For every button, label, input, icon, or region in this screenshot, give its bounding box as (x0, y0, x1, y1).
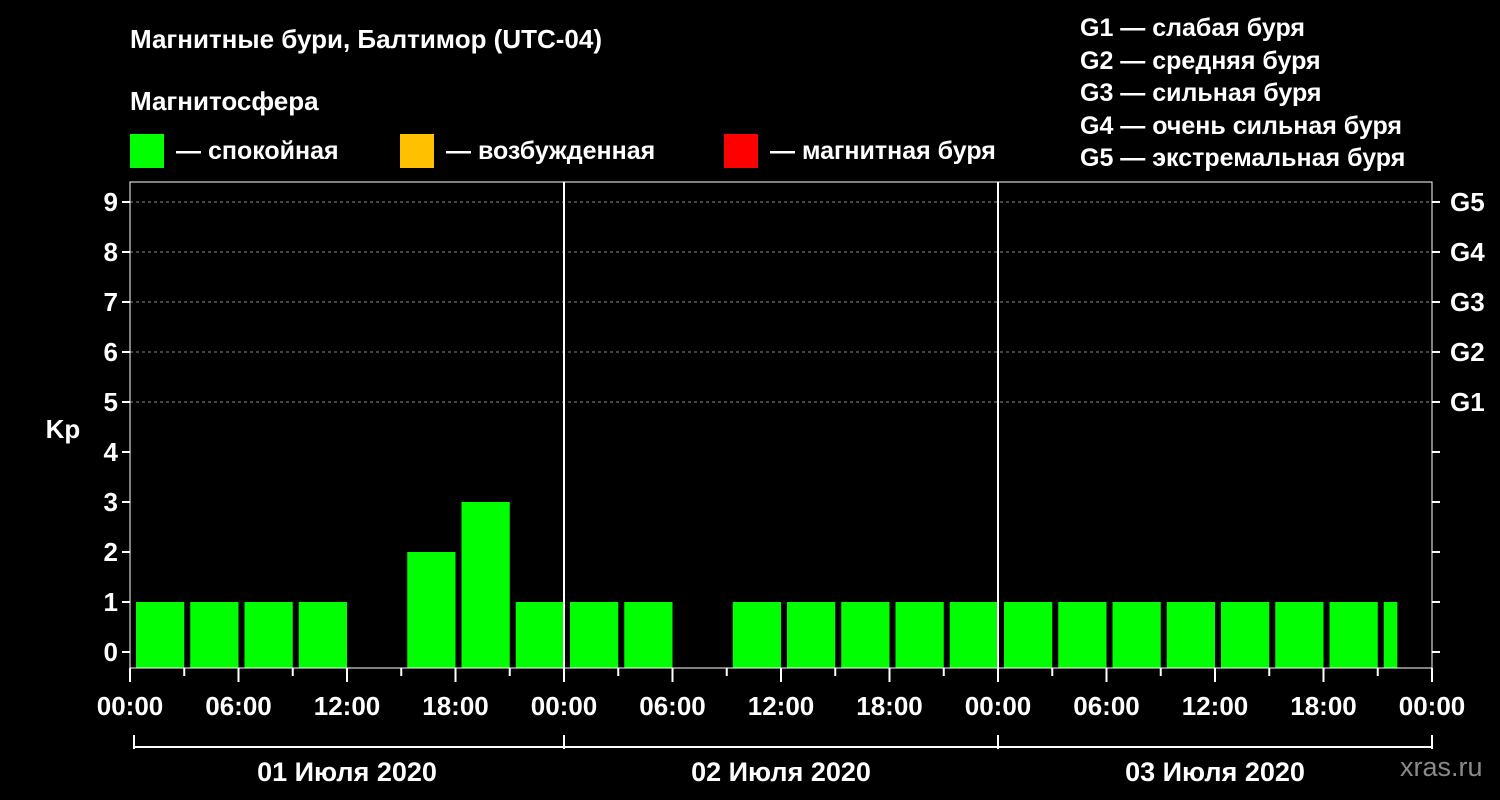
y-tick-label: 6 (104, 337, 118, 367)
kp-bar (407, 552, 456, 668)
kp-bar (1058, 602, 1107, 668)
y-tick-label: 9 (104, 187, 118, 217)
kp-bar (1221, 602, 1270, 668)
x-tick-label: 00:00 (97, 691, 164, 721)
kp-bar (1112, 602, 1161, 668)
kp-bar (298, 602, 347, 668)
kp-bar (1166, 602, 1215, 668)
x-tick-label: 18:00 (422, 691, 489, 721)
y-tick-label: 7 (104, 287, 118, 317)
kp-bar (895, 602, 944, 668)
x-tick-label: 00:00 (965, 691, 1032, 721)
kp-bar (949, 602, 998, 668)
g-level-label: G2 (1450, 337, 1485, 367)
y-axis-label: Kp (46, 414, 81, 444)
kp-bar-chart: 0 1 2 3 4 5 6 7 8 9 G1 G2 G3 G4 G5 Kp 00:00 06:00 12:00 18:… (46, 181, 1485, 787)
y-tick-label: 1 (104, 587, 118, 617)
kp-bar (570, 602, 619, 668)
day-label: 01 Июля 2020 (257, 757, 437, 787)
x-tick-label: 00:00 (531, 691, 598, 721)
y-tick-label: 8 (104, 237, 118, 267)
g-level-label: G3 (1450, 287, 1485, 317)
y-tick-label: 0 (104, 637, 118, 667)
kp-bar (732, 602, 781, 668)
g-level-label: G4 (1450, 237, 1485, 267)
x-tick-label: 00:00 (1399, 691, 1466, 721)
y-tick-label: 4 (104, 437, 119, 467)
x-tick-label: 12:00 (748, 691, 815, 721)
y-tick-label: 3 (104, 487, 118, 517)
kp-bar (841, 602, 890, 668)
y-tick-label: 5 (104, 387, 118, 417)
plot-frame (129, 181, 1433, 669)
kp-bar (190, 602, 239, 668)
x-tick-label: 12:00 (314, 691, 381, 721)
kp-bar (461, 502, 510, 668)
x-tick-label: 18:00 (856, 691, 923, 721)
y-tick-label: 2 (104, 537, 118, 567)
kp-bar (244, 602, 293, 668)
x-tick-label: 06:00 (205, 691, 272, 721)
x-tick-label: 06:00 (1073, 691, 1140, 721)
x-tick-label: 06:00 (639, 691, 706, 721)
kp-bar (624, 602, 673, 668)
kp-bar (1329, 602, 1378, 668)
kp-bar (1383, 602, 1398, 668)
kp-bar (1004, 602, 1053, 668)
kp-bar (1275, 602, 1324, 668)
x-tick-label: 12:00 (1182, 691, 1249, 721)
kp-bar (136, 602, 185, 668)
kp-bar (787, 602, 836, 668)
g-level-label: G1 (1450, 387, 1485, 417)
day-label: 02 Июля 2020 (691, 757, 871, 787)
watermark: xras.ru (1400, 752, 1483, 782)
x-tick-label: 18:00 (1290, 691, 1357, 721)
g-level-label: G5 (1450, 187, 1485, 217)
day-label: 03 Июля 2020 (1125, 757, 1305, 787)
kp-bar (515, 602, 564, 668)
